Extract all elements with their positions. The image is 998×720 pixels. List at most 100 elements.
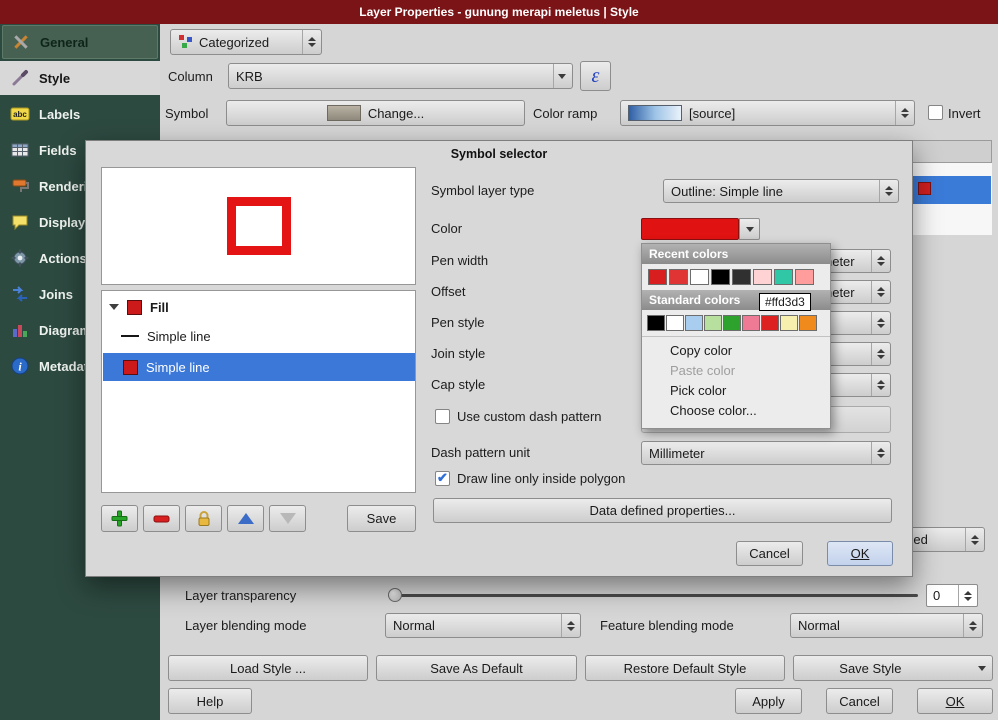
spinner-arrows[interactable] xyxy=(958,585,977,606)
spinner-arrows[interactable] xyxy=(965,528,984,551)
dash-pattern-unit-dropdown[interactable]: Millimeter xyxy=(641,441,891,465)
layer-blending-dropdown[interactable]: Normal xyxy=(385,613,581,638)
use-custom-dash-checkbox[interactable] xyxy=(435,409,450,424)
data-defined-properties-button[interactable]: Data defined properties... xyxy=(433,498,892,523)
color-swatch[interactable] xyxy=(780,315,798,331)
transparency-slider-track[interactable] xyxy=(388,594,918,597)
class-symbol-swatch xyxy=(918,182,931,195)
load-style-button[interactable]: Load Style ... xyxy=(168,655,368,681)
remove-layer-button[interactable] xyxy=(143,505,180,532)
expression-button[interactable]: ε xyxy=(580,61,611,91)
color-swatch[interactable] xyxy=(647,315,665,331)
add-layer-button[interactable] xyxy=(101,505,138,532)
down-arrow-icon xyxy=(280,513,296,524)
spinner-arrows[interactable] xyxy=(871,343,890,365)
draw-inside-polygon-checkbox[interactable] xyxy=(435,471,450,486)
spinner-arrows[interactable] xyxy=(879,180,898,202)
recent-colors-header: Recent colors xyxy=(642,244,830,264)
color-swatch[interactable] xyxy=(648,269,667,285)
tree-row-simple-line-2[interactable]: Simple line xyxy=(103,353,415,381)
dialog-ok-button[interactable]: OK xyxy=(827,541,893,566)
window-titlebar[interactable]: Layer Properties - gunung merapi meletus… xyxy=(0,0,998,24)
color-swatch[interactable] xyxy=(732,269,751,285)
join-style-label: Join style xyxy=(431,346,485,361)
spinner-arrows[interactable] xyxy=(871,374,890,396)
spinner-arrows[interactable] xyxy=(871,312,890,334)
color-swatch[interactable] xyxy=(723,315,741,331)
tree-row-fill[interactable]: Fill xyxy=(103,294,415,320)
color-swatch[interactable] xyxy=(795,269,814,285)
color-ramp-dropdown[interactable]: [source] xyxy=(620,100,915,126)
color-swatch[interactable] xyxy=(761,315,779,331)
color-swatch[interactable] xyxy=(753,269,772,285)
gear-icon xyxy=(10,248,30,268)
ok-button[interactable]: OK xyxy=(917,688,993,714)
help-button[interactable]: Help xyxy=(168,688,252,714)
color-swatch[interactable] xyxy=(685,315,703,331)
sidebar-item-general[interactable]: General xyxy=(2,25,158,59)
feature-blending-value: Normal xyxy=(798,618,840,633)
invert-label: Invert xyxy=(948,106,981,121)
color-swatch[interactable] xyxy=(669,269,688,285)
sidebar-item-label: General xyxy=(40,35,88,50)
dialog-title: Symbol selector xyxy=(86,147,912,161)
feature-blending-dropdown[interactable]: Normal xyxy=(790,613,983,638)
dialog-cancel-button[interactable]: Cancel xyxy=(736,541,803,566)
symbol-layer-type-dropdown[interactable]: Outline: Simple line xyxy=(663,179,899,203)
color-button[interactable] xyxy=(641,218,739,240)
line-icon xyxy=(121,335,139,337)
save-as-default-button[interactable]: Save As Default xyxy=(376,655,577,681)
color-swatch[interactable] xyxy=(742,315,760,331)
recent-colors-row xyxy=(642,264,830,290)
symbol-layer-tree[interactable]: Fill Simple line Simple line xyxy=(101,290,416,493)
save-style-label: Save Style xyxy=(839,661,901,676)
standard-colors-row xyxy=(642,310,830,336)
sidebar-item-label: Labels xyxy=(39,107,80,122)
color-swatch[interactable] xyxy=(774,269,793,285)
expander-icon[interactable] xyxy=(109,304,119,310)
spinner-arrows[interactable] xyxy=(871,250,890,272)
color-ramp-value: [source] xyxy=(689,106,735,121)
color-swatch[interactable] xyxy=(666,315,684,331)
save-style-button[interactable]: Save Style xyxy=(793,655,993,681)
spinner-arrows[interactable] xyxy=(302,30,321,54)
sidebar-item-labels[interactable]: abc Labels xyxy=(2,97,160,131)
spinner-arrows[interactable] xyxy=(871,281,890,303)
color-swatch[interactable] xyxy=(799,315,817,331)
move-down-button[interactable] xyxy=(269,505,306,532)
color-swatch[interactable] xyxy=(690,269,709,285)
renderer-dropdown[interactable]: Categorized xyxy=(170,29,322,55)
spinner-arrows[interactable] xyxy=(895,101,914,125)
change-symbol-button[interactable]: Change... xyxy=(226,100,525,126)
transparency-slider-handle[interactable] xyxy=(388,588,402,602)
lock-button[interactable] xyxy=(185,505,222,532)
invert-checkbox[interactable] xyxy=(928,105,943,120)
save-label: Save xyxy=(367,511,397,526)
tree-label: Fill xyxy=(150,300,169,315)
menu-item-choose-color[interactable]: Choose color... xyxy=(642,400,830,420)
sidebar-item-style[interactable]: Style xyxy=(0,61,160,95)
spinner-arrows[interactable] xyxy=(561,614,580,637)
epsilon-icon: ε xyxy=(592,65,600,88)
load-style-label: Load Style ... xyxy=(230,661,306,676)
restore-default-style-button[interactable]: Restore Default Style xyxy=(585,655,785,681)
plus-icon xyxy=(111,510,128,527)
column-combobox[interactable]: KRB xyxy=(228,63,573,89)
tree-row-simple-line-1[interactable]: Simple line xyxy=(103,323,415,349)
cancel-button[interactable]: Cancel xyxy=(826,688,893,714)
bar-chart-icon xyxy=(10,320,30,340)
color-swatch[interactable] xyxy=(711,269,730,285)
color-swatch[interactable] xyxy=(704,315,722,331)
transparency-spinbox[interactable]: 0 xyxy=(926,584,978,607)
move-up-button[interactable] xyxy=(227,505,264,532)
spinner-arrows[interactable] xyxy=(963,614,982,637)
save-symbol-button[interactable]: Save xyxy=(347,505,416,532)
ok-label: OK xyxy=(946,694,965,709)
symbol-layer-type-value: Outline: Simple line xyxy=(671,184,783,199)
chevron-down-icon xyxy=(746,227,754,232)
color-dropdown-arrow-button[interactable] xyxy=(739,218,760,240)
menu-item-copy-color[interactable]: Copy color xyxy=(642,340,830,360)
menu-item-pick-color[interactable]: Pick color xyxy=(642,380,830,400)
spinner-arrows[interactable] xyxy=(871,442,890,464)
apply-button[interactable]: Apply xyxy=(735,688,802,714)
